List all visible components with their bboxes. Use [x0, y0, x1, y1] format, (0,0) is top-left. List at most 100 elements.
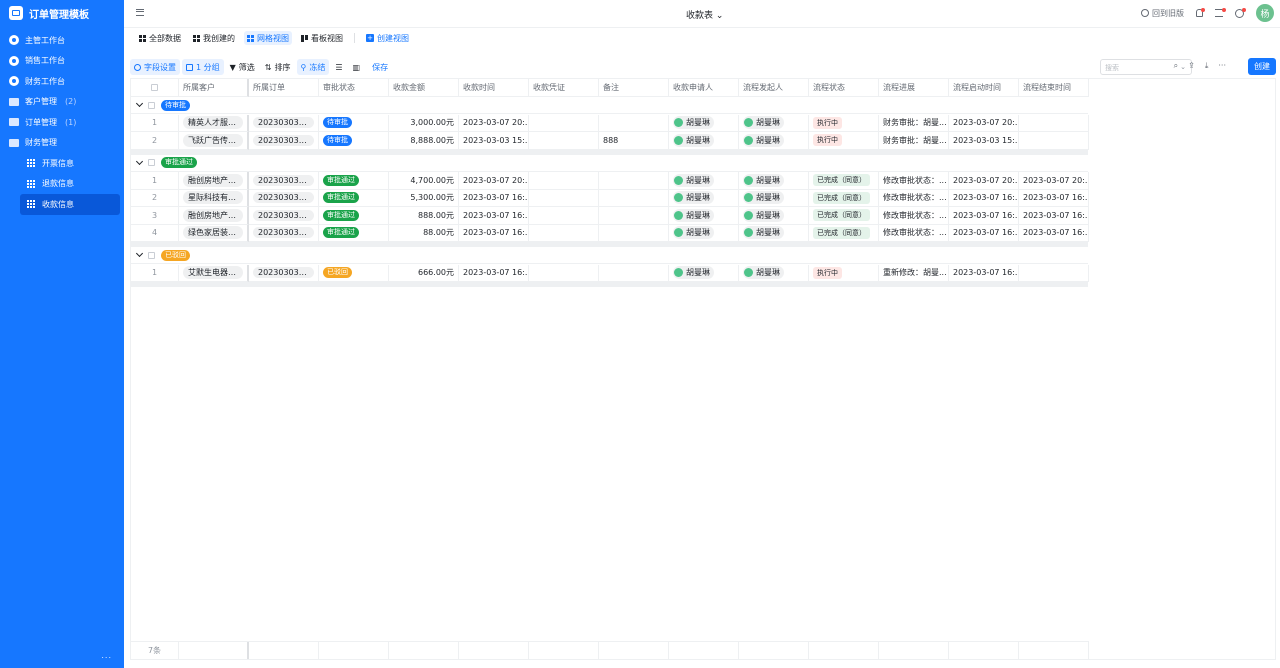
chevron-down-icon[interactable] — [135, 249, 144, 258]
page-title[interactable]: 收款表 ⌄ — [686, 8, 723, 21]
note-cell[interactable] — [599, 207, 669, 225]
customer-cell[interactable]: 绿色家居装饰... — [179, 224, 249, 242]
column-header[interactable]: 收款时间 — [459, 79, 529, 97]
flow-status-cell[interactable]: 执行中 — [809, 132, 879, 150]
note-cell[interactable]: 888 — [599, 132, 669, 150]
bell-icon[interactable] — [1196, 8, 1205, 17]
group-header[interactable]: 待审批 — [131, 97, 1088, 114]
flow-progress-cell[interactable]: 重新修改：胡曼... — [879, 264, 949, 282]
flow-progress-cell[interactable]: 修改审批状态：... — [879, 207, 949, 225]
note-cell[interactable] — [599, 172, 669, 190]
upload-icon[interactable]: ⇪ — [1188, 61, 1195, 71]
table-row[interactable]: 2飞跃广告传媒...20230303039...待审批8,888.00元2023… — [131, 132, 1089, 150]
voucher-cell[interactable] — [529, 224, 599, 242]
group-button[interactable]: 1 分组 — [182, 59, 224, 75]
flow-end-time-cell[interactable] — [1019, 114, 1089, 132]
applicant-cell[interactable]: 胡曼琳 — [669, 132, 739, 150]
order-link[interactable]: 20230303037... — [253, 192, 314, 204]
filter-button[interactable]: ▼ 筛选 — [226, 59, 259, 75]
order-link[interactable]: 20230303036... — [253, 267, 314, 279]
create-view-button[interactable]: + 创建视图 — [363, 31, 412, 45]
customer-cell[interactable]: 艾默生电器有... — [179, 264, 249, 282]
group-header[interactable]: 审批通过 — [131, 154, 1088, 172]
applicant-cell[interactable]: 胡曼琳 — [669, 264, 739, 282]
order-cell[interactable]: 20230303035... — [249, 224, 319, 242]
flow-end-time-cell[interactable] — [1019, 132, 1089, 150]
initiator-cell[interactable]: 胡曼琳 — [739, 207, 809, 225]
save-button[interactable]: 保存 — [366, 59, 394, 75]
customer-link[interactable]: 艾默生电器有... — [183, 266, 243, 280]
group-checkbox[interactable] — [148, 101, 155, 109]
customer-cell[interactable]: 融创房地产开... — [179, 172, 249, 190]
chevron-down-icon[interactable] — [135, 157, 144, 165]
payment-time-cell[interactable]: 2023-03-07 20:... — [459, 114, 529, 132]
help-icon[interactable] — [1235, 7, 1246, 18]
amount-cell[interactable]: 8,888.00元 — [389, 132, 459, 150]
flow-start-time-cell[interactable]: 2023-03-07 16:... — [949, 207, 1019, 225]
order-cell[interactable]: 20230303039... — [249, 207, 319, 225]
order-cell[interactable]: 20230303036... — [249, 264, 319, 282]
column-header[interactable]: 收款申请人 — [669, 79, 739, 97]
sidebar-item-payment-info[interactable]: 收款信息 — [20, 194, 120, 215]
tab-grid-view[interactable]: 网格视图 — [244, 31, 292, 45]
download-icon[interactable]: ⤓ — [1205, 61, 1209, 71]
initiator-cell[interactable]: 胡曼琳 — [739, 132, 809, 150]
search-icon[interactable]: ⌕ — [1174, 61, 1178, 71]
column-header[interactable]: 所属客户 — [179, 79, 249, 97]
voucher-cell[interactable] — [529, 172, 599, 190]
flow-start-time-cell[interactable]: 2023-03-07 20:... — [949, 172, 1019, 190]
amount-cell[interactable]: 4,700.00元 — [389, 172, 459, 190]
flow-progress-cell[interactable]: 财务审批：胡曼... — [879, 114, 949, 132]
payment-time-cell[interactable]: 2023-03-07 16:... — [459, 264, 529, 282]
order-cell[interactable]: 20230303037... — [249, 189, 319, 207]
initiator-cell[interactable]: 胡曼琳 — [739, 189, 809, 207]
menu-icon[interactable] — [136, 9, 144, 16]
customer-cell[interactable]: 精英人才服务... — [179, 114, 249, 132]
amount-cell[interactable]: 666.00元 — [389, 264, 459, 282]
column-header[interactable]: 流程结束时间 — [1019, 79, 1089, 97]
more-icon[interactable]: ··· — [1218, 61, 1226, 71]
group-header[interactable]: 已驳回 — [131, 247, 1088, 264]
customer-link[interactable]: 星际科技有限... — [183, 191, 243, 205]
chevron-down-icon[interactable] — [135, 99, 144, 108]
sidebar-item-finance-management[interactable]: 财务管理 — [0, 133, 124, 154]
initiator-cell[interactable]: 胡曼琳 — [739, 172, 809, 190]
table-row[interactable]: 3融创房地产开...20230303039...审批通过888.00元2023-… — [131, 207, 1089, 225]
flow-status-cell[interactable]: 执行中 — [809, 264, 879, 282]
initiator-cell[interactable]: 胡曼琳 — [739, 114, 809, 132]
voucher-cell[interactable] — [529, 207, 599, 225]
row-height-button[interactable]: ☰ — [331, 59, 346, 75]
flow-start-time-cell[interactable]: 2023-03-07 16:... — [949, 189, 1019, 207]
flow-status-cell[interactable]: 已完成（同意） — [809, 189, 879, 207]
column-header[interactable]: 所属订单 — [249, 79, 319, 97]
flow-end-time-cell[interactable]: 2023-03-07 20:... — [1019, 172, 1089, 190]
tab-kanban-view[interactable]: 看板视图 — [298, 31, 346, 45]
select-all-checkbox[interactable] — [151, 83, 158, 91]
order-link[interactable]: 20230303035... — [253, 227, 314, 239]
order-link[interactable]: 20230303039... — [253, 134, 314, 146]
table-row[interactable]: 2星际科技有限...20230303037...审批通过5,300.00元202… — [131, 189, 1089, 207]
avatar[interactable]: 杨 — [1256, 4, 1274, 22]
payment-time-cell[interactable]: 2023-03-07 20:... — [459, 172, 529, 190]
approval-status-cell[interactable]: 审批通过 — [319, 224, 389, 242]
back-to-old-version-button[interactable]: 回到旧版 — [1141, 8, 1184, 19]
payment-time-cell[interactable]: 2023-03-07 16:... — [459, 189, 529, 207]
flow-progress-cell[interactable]: 修改审批状态：... — [879, 189, 949, 207]
approval-status-cell[interactable]: 待审批 — [319, 132, 389, 150]
column-header[interactable]: 流程发起人 — [739, 79, 809, 97]
column-header[interactable]: 流程启动时间 — [949, 79, 1019, 97]
field-settings-button[interactable]: 字段设置 — [130, 59, 180, 75]
sidebar-item-sales-workbench[interactable]: 销售工作台 — [0, 51, 124, 72]
group-checkbox[interactable] — [148, 159, 155, 166]
customer-cell[interactable]: 融创房地产开... — [179, 207, 249, 225]
initiator-cell[interactable]: 胡曼琳 — [739, 224, 809, 242]
table-row[interactable]: 1艾默生电器有...20230303036...已驳回666.00元2023-0… — [131, 264, 1089, 282]
flow-end-time-cell[interactable]: 2023-03-07 16:... — [1019, 224, 1089, 242]
column-header[interactable]: 审批状态 — [319, 79, 389, 97]
workflow-icon[interactable] — [1215, 8, 1226, 17]
chart-button[interactable]: ▥ — [349, 59, 365, 75]
approval-status-cell[interactable]: 审批通过 — [319, 189, 389, 207]
voucher-cell[interactable] — [529, 132, 599, 150]
approval-status-cell[interactable]: 已驳回 — [319, 264, 389, 282]
tab-created-by-me[interactable]: 我创建的 — [190, 31, 238, 45]
